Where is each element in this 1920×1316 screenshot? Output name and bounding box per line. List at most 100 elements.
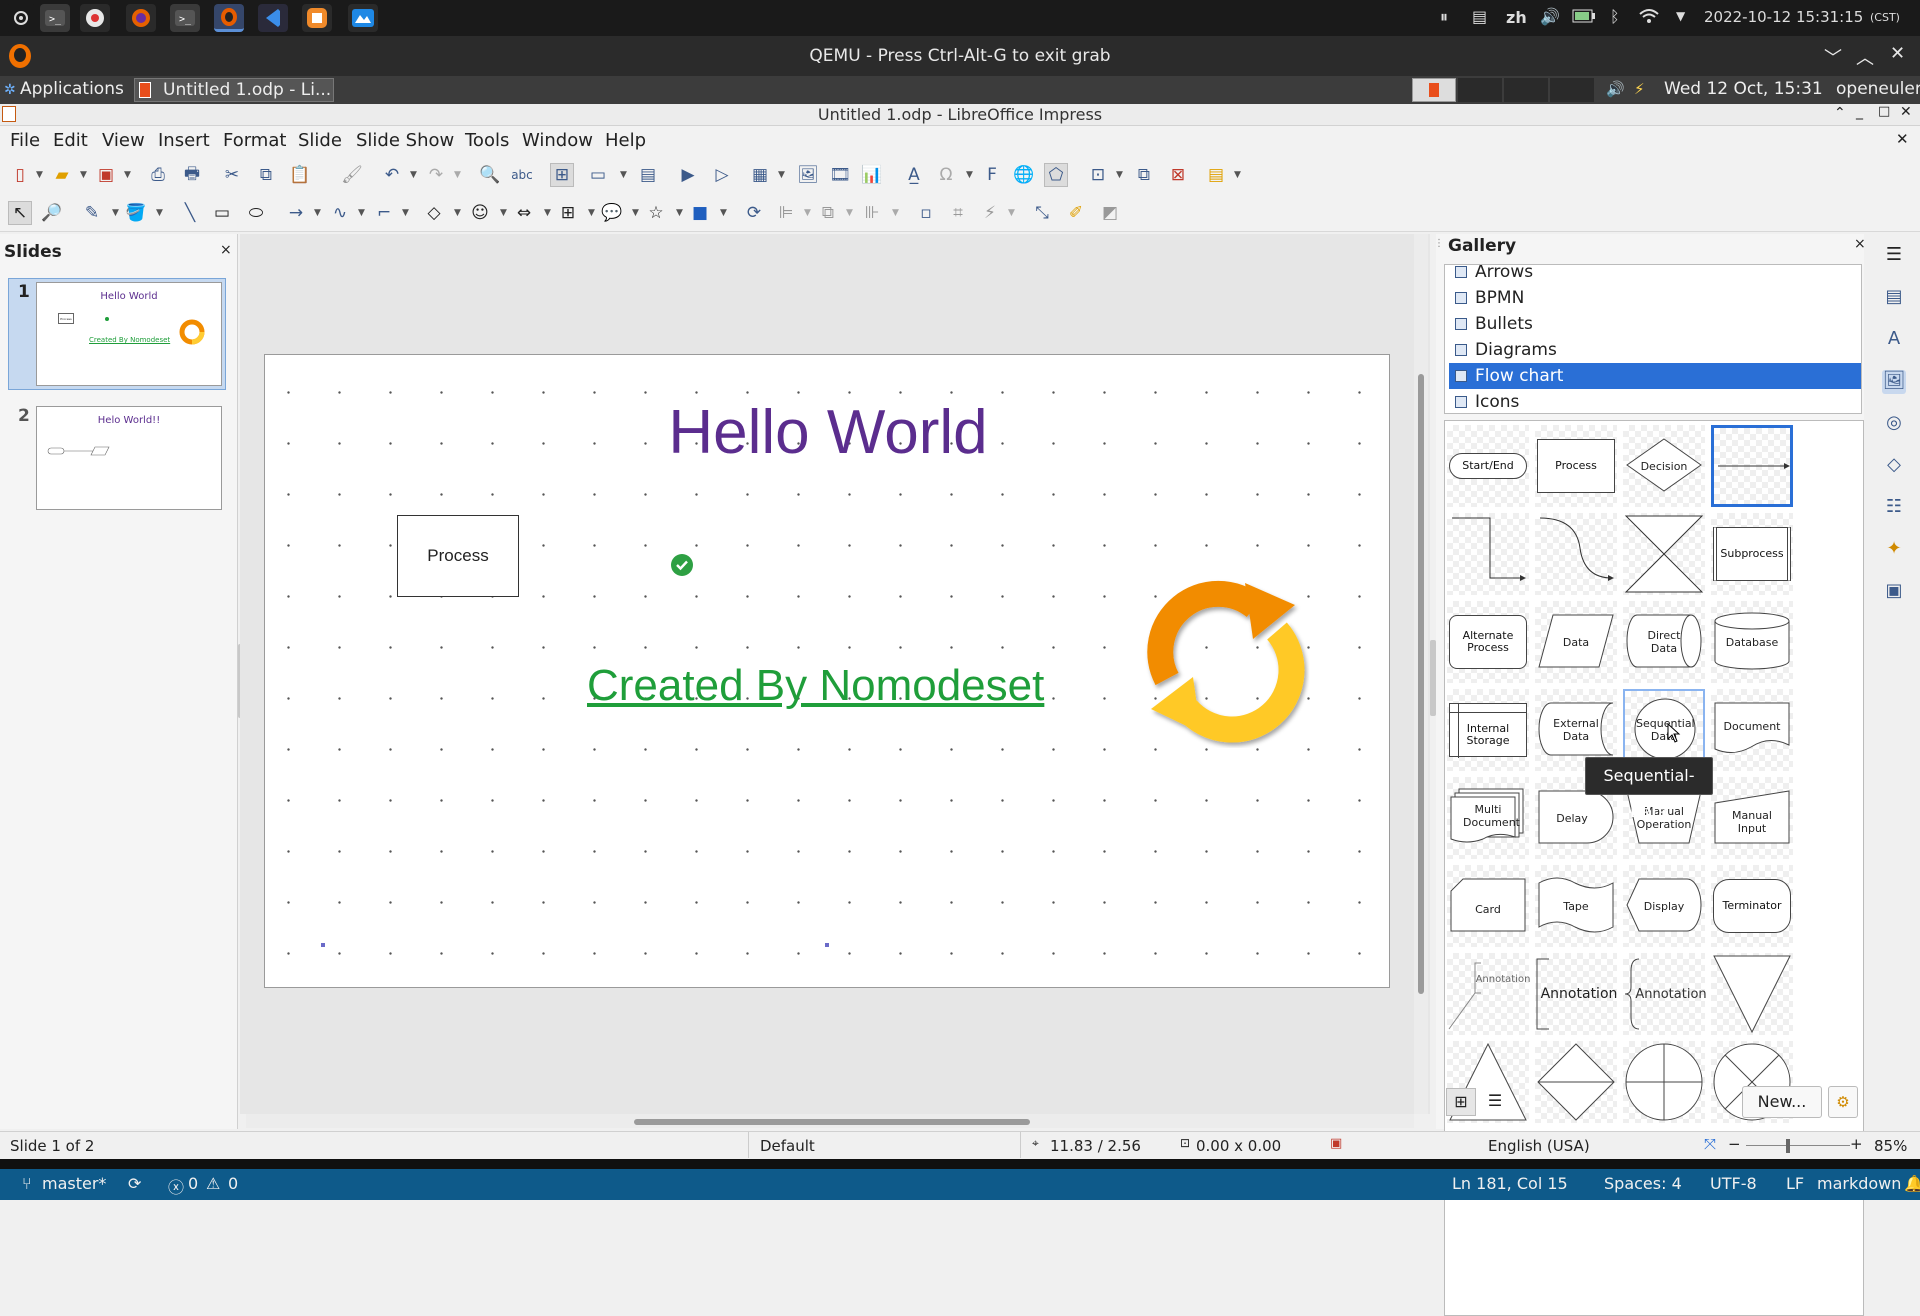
copy-icon[interactable]: ⧉ [254,163,278,187]
chevron-down-icon[interactable]: ▼ [112,208,119,218]
category-arrows[interactable]: Arrows [1449,265,1861,285]
gallery-item-internal-storage[interactable]: Internal Storage [1447,689,1529,771]
icon-view-button[interactable]: ⊞ [1446,1088,1476,1116]
show-draw-functions-icon[interactable]: ⬠ [1044,163,1068,187]
clone-formatting-icon[interactable]: 🖌 [340,163,364,187]
rectangle-icon[interactable]: ▭ [210,201,234,225]
menu-slide-show[interactable]: Slide Show [356,130,454,151]
menu-window[interactable]: Window [522,130,593,151]
chevron-down-icon[interactable]: ▼ [500,208,507,218]
sidebar-menu-icon[interactable]: ☰ [1882,244,1906,268]
animation-icon[interactable]: ✦ [1882,538,1906,562]
sync-icon[interactable]: ⟳ [128,1174,141,1193]
curve-icon[interactable]: ∿ [328,201,352,225]
arrange-icon[interactable]: ⧉ [816,201,840,225]
gallery-item-alternate-process[interactable]: Alternate Process [1447,601,1529,683]
gallery-item-merge[interactable] [1711,953,1793,1035]
restore-icon[interactable]: ⌃ [1834,105,1846,121]
chevron-down-icon[interactable]: ▼ [620,170,627,180]
new-theme-button[interactable]: New... [1742,1086,1822,1118]
gallery-item-tape[interactable]: Tape [1535,865,1617,947]
vertical-scrollbar[interactable] [1414,234,1428,1114]
chevron-down-icon[interactable]: ▼ [124,170,131,180]
chevron-down-icon[interactable]: ▼ [454,170,461,180]
gallery-item-card[interactable]: Card [1447,865,1529,947]
gallery-item-process[interactable]: Process [1535,425,1617,507]
chevron-down-icon[interactable]: ▼ [358,208,365,218]
points-icon[interactable]: ⤡ [1030,201,1054,225]
chevron-down-icon[interactable]: ▼ [544,208,551,218]
start-first-slide-icon[interactable]: ▶ [676,163,700,187]
rotate-icon[interactable]: ⟳ [742,201,766,225]
close-icon[interactable]: × [1854,236,1866,252]
slide-thumb-1[interactable]: Hello World Process Created By Nomodeset [36,282,222,386]
applications-menu-icon[interactable]: ✲ [4,82,16,98]
guest-user[interactable]: openeuler [1836,79,1920,99]
grip-icon[interactable]: ⋮ [1434,238,1444,249]
terminal-icon[interactable]: >_ [40,4,70,32]
firefox-icon[interactable] [126,4,156,32]
stars-icon[interactable]: ☆ [644,201,668,225]
ellipse-icon[interactable]: ⬭ [244,201,268,225]
zoom-in-button[interactable]: + [1850,1135,1863,1153]
connector-icon[interactable]: ⌐ [372,201,396,225]
chevron-down-icon[interactable]: ▼ [804,208,811,218]
git-branch[interactable]: master* [42,1174,106,1193]
slide-layout-icon[interactable]: ▤ [1204,163,1228,187]
block-arrows-icon[interactable]: ⇔ [512,201,536,225]
chevron-down-icon[interactable]: ▼ [410,170,417,180]
language-mode[interactable]: markdown [1817,1174,1901,1193]
select-icon[interactable]: ↖ [8,201,32,225]
textbox-icon[interactable]: A̲ [902,163,926,187]
chevron-down-icon[interactable]: ▼ [632,208,639,218]
input-method[interactable]: zh [1506,8,1527,27]
zoom-slider-handle[interactable] [1786,1139,1790,1153]
find-replace-icon[interactable]: 🔍 [478,163,502,187]
basic-shapes-icon[interactable]: ◇ [422,201,446,225]
menu-format[interactable]: Format [223,130,286,151]
scrollbar-thumb[interactable] [634,1119,1030,1125]
shapes-icon[interactable]: ◇ [1882,454,1906,478]
gallery-item-terminator[interactable]: Terminator [1711,865,1793,947]
branch-icon[interactable]: ⑂ [22,1174,32,1193]
horizontal-scrollbar[interactable] [246,1114,1414,1128]
fontwork-icon[interactable]: F [980,163,1004,187]
styles-icon[interactable]: A [1882,328,1906,352]
category-icons[interactable]: Icons [1449,389,1861,413]
warning-icon[interactable]: ⚠ [206,1174,220,1193]
network-icon[interactable]: ⚡ [1634,80,1645,98]
refresh-arrows-icon[interactable] [1127,559,1317,749]
special-character-icon[interactable]: Ω [934,163,958,187]
menu-file[interactable]: File [10,130,40,151]
taskbar-item[interactable]: Untitled 1.odp - Li... [134,78,334,102]
pause-icon[interactable]: ⏸ [1440,7,1448,27]
created-by-link[interactable]: Created By Nomodeset [587,661,1044,711]
notifications-icon[interactable]: 🔔 [1904,1174,1920,1193]
menu-slide[interactable]: Slide [298,130,342,151]
terminal-icon[interactable]: >_ [170,4,200,32]
language-status[interactable]: English (USA) [1488,1137,1590,1155]
gallery-category-list[interactable]: Arrows BPMN Bullets Diagrams Flow chart … [1444,264,1862,414]
symbol-shapes-icon[interactable]: ☺ [468,201,492,225]
gallery-item-connector-elbow[interactable] [1447,513,1529,595]
zoom-pan-icon[interactable]: 🔎 [40,201,64,225]
start-icon[interactable] [6,4,36,32]
chevron-down-icon[interactable]: ▼ [966,170,973,180]
maximize-button[interactable]: ︿ [1856,44,1874,70]
line-icon[interactable]: ╲ [178,201,202,225]
gallery-item-database[interactable]: Database [1711,601,1793,683]
cut-icon[interactable]: ✂ [220,163,244,187]
crop-icon[interactable]: ⌗ [946,201,970,225]
gallery-item-multi-document[interactable]: Multi Document [1447,777,1529,859]
chevron-down-icon[interactable]: ▼ [676,208,683,218]
align-icon[interactable]: ⊫ [774,201,798,225]
app-icon[interactable] [302,4,332,32]
minimize-button[interactable]: _ [1856,104,1863,120]
gallery-item-manual-input[interactable]: Manual Input [1711,777,1793,859]
flowchart-icon[interactable]: ⊞ [556,201,580,225]
master-slides-icon[interactable]: ▣ [1882,580,1906,604]
workspace-4[interactable] [1550,78,1594,102]
volume-icon[interactable]: 🔊 [1606,80,1625,98]
gallery-item-data[interactable]: Data [1535,601,1617,683]
chevron-down-icon[interactable]: ▼ [778,170,785,180]
